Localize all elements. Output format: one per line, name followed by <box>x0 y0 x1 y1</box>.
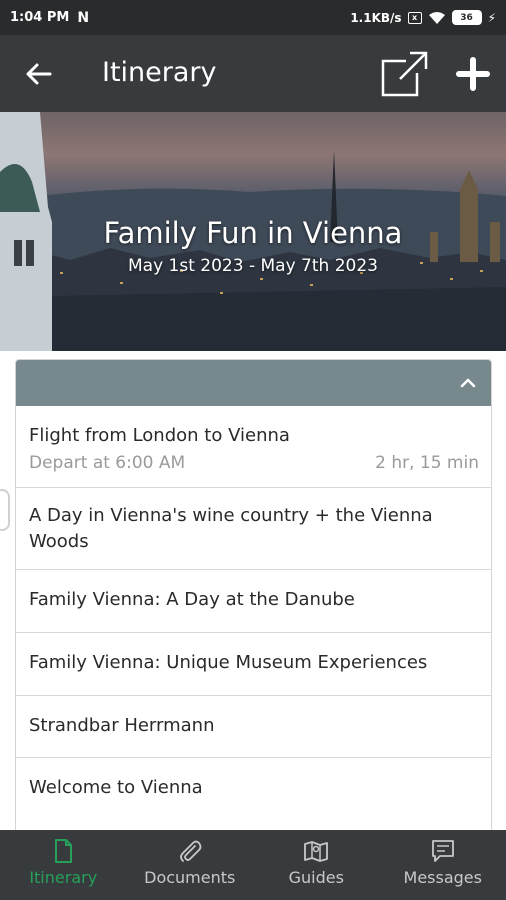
tab-documents-label: Documents <box>144 868 236 887</box>
tab-documents[interactable]: Documents <box>127 830 254 900</box>
itinerary-item[interactable]: Welcome to Vienna <box>16 758 491 821</box>
wifi-icon <box>428 11 445 24</box>
itinerary-item-departure: Depart at 6:00 AM <box>29 453 186 473</box>
itinerary-item[interactable]: Flight from London to Vienna Depart at 6… <box>16 406 491 488</box>
chevron-up-icon[interactable] <box>459 374 477 392</box>
itinerary-item[interactable]: Family Vienna: A Day at the Danube <box>16 570 491 633</box>
tab-guides[interactable]: Guides <box>253 830 380 900</box>
trip-title: Family Fun in Vienna <box>103 216 403 250</box>
paperclip-icon <box>179 840 202 862</box>
sim-icon: x <box>407 11 422 24</box>
itinerary-item-title: A Day in Vienna's wine country + the Vie… <box>29 505 433 552</box>
itinerary-item-title: Family Vienna: A Day at the Danube <box>29 589 355 610</box>
tab-messages[interactable]: Messages <box>380 830 506 900</box>
status-bar: 1:04 PM N 1.1KB/s x 36 ⚡ <box>0 0 506 35</box>
tab-itinerary-label: Itinerary <box>29 868 98 887</box>
status-time: 1:04 PM <box>10 10 70 25</box>
trip-cover-image: Family Fun in Vienna May 1st 2023 - May … <box>0 112 506 351</box>
plus-icon[interactable] <box>456 57 490 91</box>
itinerary-content: Flight from London to Vienna Depart at 6… <box>0 351 506 830</box>
tab-messages-label: Messages <box>403 868 482 887</box>
itinerary-item-title: Family Vienna: Unique Museum Experiences <box>29 652 428 673</box>
drawer-edge-handle[interactable] <box>0 489 10 531</box>
itinerary-item[interactable]: A Day in Vienna's wine country + the Vie… <box>16 488 491 570</box>
itinerary-card: Flight from London to Vienna Depart at 6… <box>15 359 492 830</box>
itinerary-item[interactable]: Family Vienna: Unique Museum Experiences <box>16 633 491 696</box>
chat-icon <box>431 840 454 862</box>
app-bar: Itinerary <box>0 35 506 112</box>
charging-icon: ⚡ <box>487 10 496 25</box>
page-title: Itinerary <box>102 57 217 88</box>
arrow-left-icon[interactable] <box>24 59 54 89</box>
itinerary-card-header[interactable] <box>16 360 491 406</box>
notification-n-icon: N <box>77 9 90 26</box>
tab-itinerary[interactable]: Itinerary <box>0 830 127 900</box>
trip-dates: May 1st 2023 - May 7th 2023 <box>128 256 378 276</box>
itinerary-item-title: Welcome to Vienna <box>29 777 203 798</box>
external-link-icon[interactable] <box>380 49 430 99</box>
battery-level: 36 <box>460 12 473 23</box>
itinerary-item-title: Flight from London to Vienna <box>29 425 290 446</box>
document-icon <box>55 839 73 863</box>
tab-guides-label: Guides <box>288 868 344 887</box>
itinerary-item[interactable]: Strandbar Herrmann <box>16 696 491 758</box>
battery-icon: 36 <box>451 10 482 25</box>
itinerary-item-duration: 2 hr, 15 min <box>375 453 479 473</box>
bottom-navigation: Itinerary Documents Guides Messages <box>0 830 506 900</box>
network-speed: 1.1KB/s <box>350 10 402 25</box>
map-icon <box>304 841 329 862</box>
itinerary-item-title: Strandbar Herrmann <box>29 715 215 736</box>
